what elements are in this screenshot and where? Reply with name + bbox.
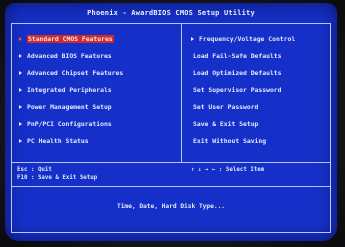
bios-screen: Phoenix - AwardBIOS CMOS Setup Utility S… (5, 3, 337, 241)
arrow-right-icon (19, 139, 22, 143)
menu-item-integrated-peripherals[interactable]: Integrated Peripherals (19, 82, 123, 99)
menu-item-load-fail-safe-defaults[interactable]: Load Fail-Safe Defaults (191, 48, 295, 65)
arrow-right-icon (19, 88, 22, 92)
arrow-right-icon (19, 122, 22, 126)
menu-item-label: Load Fail-Safe Defaults (193, 52, 282, 60)
arrow-right-icon (19, 71, 22, 75)
menu-item-save-exit-setup[interactable]: Save & Exit Setup (191, 116, 295, 133)
item-description: Time, Date, Hard Disk Type... (116, 203, 226, 210)
menu-item-load-optimized-defaults[interactable]: Load Optimized Defaults (191, 65, 295, 82)
menu-item-frequency-voltage-control[interactable]: Frequency/Voltage Control (191, 31, 295, 48)
menu-item-label: Save & Exit Setup (193, 120, 259, 128)
monitor-bezel: Phoenix - AwardBIOS CMOS Setup Utility S… (0, 0, 345, 247)
menu-item-label: PnP/PCI Configurations (27, 120, 112, 128)
menu-item-label: Frequency/Voltage Control (199, 35, 296, 43)
description-frame (11, 187, 331, 233)
menu-item-label: Standard CMOS Features (27, 35, 114, 43)
menu-divider (181, 23, 182, 163)
right-menu: Frequency/Voltage Control Load Fail-Safe… (191, 31, 295, 150)
menu-item-pc-health-status[interactable]: PC Health Status (19, 133, 123, 150)
menu-item-label: Advanced Chipset Features (27, 69, 124, 77)
arrow-right-icon (19, 105, 22, 109)
menu-item-label: Set Supervisor Password (193, 86, 282, 94)
menu-item-label: Integrated Peripherals (27, 86, 112, 94)
arrow-right-icon (191, 37, 194, 41)
help-keys-right: ↑ ↓ → ← : Select Item (191, 166, 264, 174)
menu-item-power-management-setup[interactable]: Power Management Setup (19, 99, 123, 116)
help-select-item: ↑ ↓ → ← : Select Item (191, 167, 265, 173)
menu-item-label: Power Management Setup (27, 103, 112, 111)
menu-item-label: PC Health Status (27, 137, 89, 145)
menu-item-label: Exit Without Saving (193, 137, 267, 145)
help-f10-save-exit: F10 : Save & Exit Setup (17, 175, 98, 181)
menu-item-set-user-password[interactable]: Set User Password (191, 99, 295, 116)
menu-item-label: Advanced BIOS Features (27, 52, 112, 60)
menu-item-exit-without-saving[interactable]: Exit Without Saving (191, 133, 295, 150)
menu-item-pnp-pci-configurations[interactable]: PnP/PCI Configurations (19, 116, 123, 133)
arrow-right-icon (19, 54, 22, 58)
bios-title: Phoenix - AwardBIOS CMOS Setup Utility (87, 9, 255, 17)
menu-item-label: Set User Password (193, 103, 259, 111)
menu-item-label: Load Optimized Defaults (193, 69, 282, 77)
help-esc-quit: Esc : Quit (17, 167, 52, 173)
menu-item-advanced-bios-features[interactable]: Advanced BIOS Features (19, 48, 123, 65)
menu-item-standard-cmos-features[interactable]: Standard CMOS Features (19, 31, 123, 48)
help-keys-left: Esc : Quit F10 : Save & Exit Setup (17, 166, 97, 182)
menu-item-advanced-chipset-features[interactable]: Advanced Chipset Features (19, 65, 123, 82)
menu-item-set-supervisor-password[interactable]: Set Supervisor Password (191, 82, 295, 99)
arrow-right-icon (19, 37, 22, 41)
left-menu: Standard CMOS Features Advanced BIOS Fea… (19, 31, 123, 150)
